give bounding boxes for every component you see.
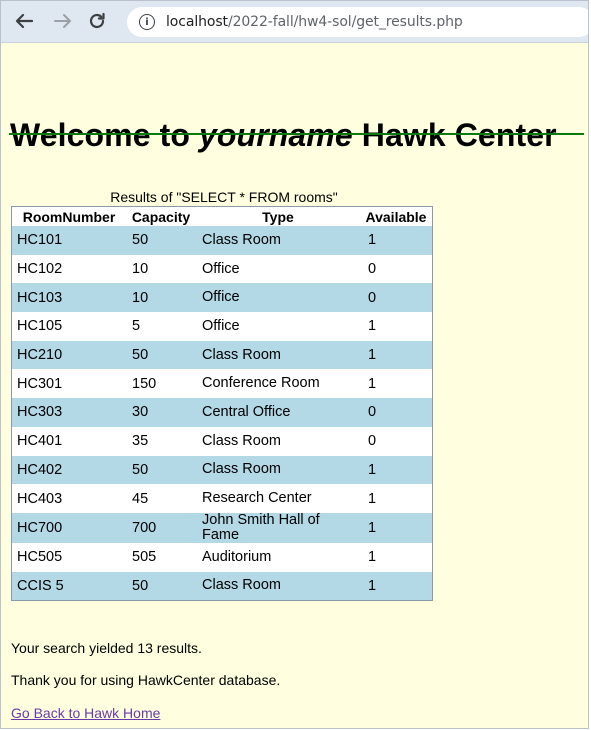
table-row: HC301 150 Conference Room 1 — [12, 369, 432, 399]
capacity-cell: 50 — [126, 455, 196, 485]
type-cell: Office — [196, 283, 360, 313]
capacity-cell: 50 — [126, 226, 196, 255]
available-cell: 1 — [360, 571, 432, 601]
room-number-cell: HC103 — [12, 283, 126, 313]
results-table: RoomNumber Capacity Type Available HC101… — [11, 206, 433, 602]
type-cell: Class Room — [196, 226, 360, 255]
reload-icon[interactable] — [85, 9, 109, 33]
table-row: HC101 50 Class Room 1 — [12, 226, 432, 255]
url-host: localhost — [166, 14, 228, 30]
capacity-cell: 700 — [126, 512, 196, 543]
room-number-cell: HC303 — [12, 398, 126, 427]
available-cell: 1 — [360, 369, 432, 399]
table-row: HC401 35 Class Room 0 — [12, 426, 432, 456]
address-bar[interactable]: i localhost/2022-fall/hw4-sol/get_result… — [127, 7, 588, 37]
available-cell: 0 — [360, 283, 432, 313]
title-suffix: Hawk Center — [352, 117, 557, 153]
available-cell: 0 — [360, 254, 432, 284]
header-type: Type — [196, 207, 360, 226]
available-cell: 1 — [360, 542, 432, 572]
capacity-cell: 50 — [126, 571, 196, 601]
capacity-cell: 50 — [126, 340, 196, 370]
type-cell: Class Room — [196, 340, 360, 370]
room-number-cell: HC210 — [12, 340, 126, 370]
room-number-cell: HC301 — [12, 369, 126, 399]
room-number-cell: HC505 — [12, 542, 126, 572]
forward-arrow-icon[interactable] — [51, 9, 75, 33]
capacity-cell: 35 — [126, 426, 196, 456]
table-row: HC103 10 Office 0 — [12, 283, 432, 313]
table-row: HC303 30 Central Office 0 — [12, 398, 432, 427]
back-to-home-link[interactable]: Go Back to Hawk Home — [11, 705, 160, 721]
available-cell: 1 — [360, 484, 432, 513]
capacity-cell: 150 — [126, 369, 196, 399]
capacity-cell: 505 — [126, 542, 196, 572]
available-cell: 1 — [360, 455, 432, 485]
browser-window: i localhost/2022-fall/hw4-sol/get_result… — [0, 0, 589, 729]
type-cell: Auditorium — [196, 542, 360, 572]
room-number-cell: HC105 — [12, 312, 126, 341]
url-text[interactable]: localhost/2022-fall/hw4-sol/get_results.… — [166, 14, 463, 30]
table-header-row: RoomNumber Capacity Type Available — [12, 207, 432, 226]
available-cell: 1 — [360, 340, 432, 370]
url-path: /2022-fall/hw4-sol/get_results.php — [227, 14, 463, 30]
back-arrow-icon[interactable] — [12, 9, 36, 33]
room-number-cell: HC401 — [12, 426, 126, 456]
table-row: CCIS 5 50 Class Room 1 — [12, 571, 432, 601]
type-cell: Central Office — [196, 398, 360, 427]
type-cell: Class Room — [196, 455, 360, 485]
type-cell: John Smith Hall of Fame — [196, 512, 360, 543]
available-cell: 1 — [360, 312, 432, 341]
table-row: HC102 10 Office 0 — [12, 254, 432, 284]
title-name: yourname — [199, 117, 353, 153]
site-info-icon[interactable]: i — [139, 14, 155, 30]
top-divider — [9, 133, 584, 135]
table-row: HC700 700 John Smith Hall of Fame 1 — [12, 512, 432, 543]
room-number-cell: CCIS 5 — [12, 571, 126, 601]
table-caption: Results of "SELECT * FROM rooms" — [110, 189, 338, 205]
results-body: HC101 50 Class Room 1 HC102 10 Office 0 HC103 10 O… — [12, 226, 432, 601]
table-row: HC505 505 Auditorium 1 — [12, 542, 432, 572]
capacity-cell: 30 — [126, 398, 196, 427]
type-cell: Class Room — [196, 571, 360, 601]
type-cell: Class Room — [196, 426, 360, 456]
type-cell: Office — [196, 254, 360, 284]
header-available: Available — [360, 207, 432, 226]
available-cell: 1 — [360, 226, 432, 255]
room-number-cell: HC101 — [12, 226, 126, 255]
browser-toolbar: i localhost/2022-fall/hw4-sol/get_result… — [1, 1, 588, 43]
header-roomnumber: RoomNumber — [12, 207, 126, 226]
room-number-cell: HC402 — [12, 455, 126, 485]
available-cell: 1 — [360, 512, 432, 543]
room-number-cell: HC102 — [12, 254, 126, 284]
capacity-cell: 10 — [126, 254, 196, 284]
room-number-cell: HC403 — [12, 484, 126, 513]
type-cell: Office — [196, 312, 360, 341]
capacity-cell: 5 — [126, 312, 196, 341]
table-row: HC403 45 Research Center 1 — [12, 484, 432, 513]
capacity-cell: 45 — [126, 484, 196, 513]
thank-you-text: Thank you for using HawkCenter database. — [11, 672, 281, 688]
header-capacity: Capacity — [126, 207, 196, 226]
available-cell: 0 — [360, 398, 432, 427]
table-row: HC210 50 Class Room 1 — [12, 340, 432, 370]
result-count-text: Your search yielded 13 results. — [11, 640, 202, 656]
page-title: Welcome to yourname Hawk Center — [10, 117, 557, 154]
title-prefix: Welcome to — [10, 117, 199, 153]
capacity-cell: 10 — [126, 283, 196, 313]
table-row: HC105 5 Office 1 — [12, 312, 432, 341]
type-cell: Research Center — [196, 484, 360, 513]
room-number-cell: HC700 — [12, 512, 126, 543]
available-cell: 0 — [360, 426, 432, 456]
table-row: HC402 50 Class Room 1 — [12, 455, 432, 485]
type-cell: Conference Room — [196, 369, 360, 399]
